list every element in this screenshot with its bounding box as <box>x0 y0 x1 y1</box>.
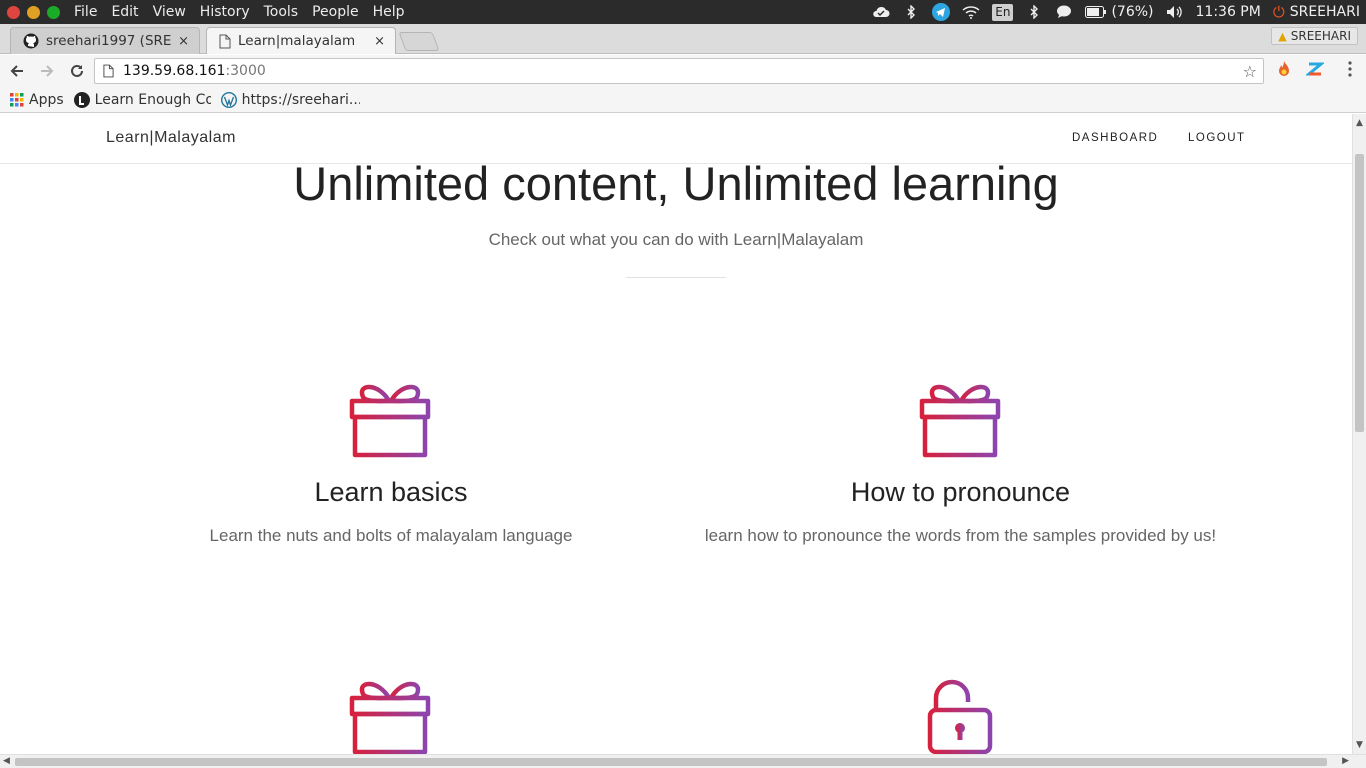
tab-learn-malayalam[interactable]: Learn|malayalam × <box>206 27 396 54</box>
bookmark-label: https://sreehari... <box>241 91 360 108</box>
bookmark-label: Apps <box>29 91 64 108</box>
telegram-icon[interactable] <box>932 3 951 21</box>
hero-subtitle: Check out what you can do with Learn|Mal… <box>488 230 864 249</box>
feature-description: learn how to pronounce the words from th… <box>704 526 1217 545</box>
clock[interactable]: 11:36 PM <box>1196 4 1261 20</box>
window-controls <box>7 5 60 19</box>
web-page: Learn|Malayalam DASHBOARD LOGOUT Unlimit… <box>0 114 1352 754</box>
unlock-icon <box>927 679 993 754</box>
forward-button[interactable] <box>34 58 60 84</box>
tab-close-button[interactable]: × <box>374 34 385 49</box>
menu-people[interactable]: People <box>312 4 359 20</box>
bookmark-apps[interactable]: Apps <box>10 92 64 108</box>
reload-button[interactable] <box>64 58 90 84</box>
menu-history[interactable]: History <box>200 4 250 20</box>
hero-title: Unlimited content, Unlimited learning <box>293 157 1059 210</box>
scroll-right-arrow-icon[interactable]: ▶ <box>1342 756 1349 766</box>
feature-description: Learn the nuts and bolts of malayalam la… <box>209 526 573 545</box>
nav-dashboard-link[interactable]: DASHBOARD <box>1072 132 1158 144</box>
profile-name: SREEHARI <box>1290 29 1351 43</box>
vertical-scrollbar[interactable]: ▲ ▼ <box>1352 114 1366 754</box>
apps-grid-icon <box>10 92 24 106</box>
horizontal-scroll-thumb[interactable] <box>15 758 1327 766</box>
wifi-icon[interactable] <box>962 4 980 20</box>
bookmark-learn-enough[interactable]: Learn Enough Co <box>73 91 211 108</box>
tab-github[interactable]: sreehari1997 (SREE × <box>10 27 200 54</box>
battery-icon <box>1085 6 1107 18</box>
scroll-down-arrow-icon[interactable]: ▼ <box>1356 740 1363 750</box>
window-close-button[interactable] <box>7 5 20 19</box>
warning-icon: ▲ <box>1278 29 1287 43</box>
os-menu-bar: File Edit View History Tools People Help… <box>0 0 1366 24</box>
site-brand[interactable]: Learn|Malayalam <box>106 129 236 147</box>
battery-percent: (76%) <box>1111 4 1154 20</box>
gift-icon <box>349 384 431 458</box>
browser-tab-strip: sreehari1997 (SREE × Learn|malayalam × ▲… <box>0 24 1366 54</box>
url-host: 139.59.68.161 <box>123 63 226 79</box>
hero-divider <box>626 277 726 278</box>
wordpress-icon <box>220 91 237 108</box>
reload-icon <box>71 64 83 77</box>
page-icon <box>219 34 231 48</box>
chat-bubble-icon[interactable] <box>1055 4 1073 20</box>
tab-title: Learn|malayalam <box>238 33 356 49</box>
url-port: :3000 <box>225 63 266 79</box>
system-tray: En (76%) 11:36 PM ⏻ SREEHARI <box>872 3 1366 21</box>
power-icon: ⏻ <box>1272 3 1285 21</box>
session-user: SREEHARI <box>1289 4 1360 20</box>
page-info-icon[interactable] <box>103 64 114 78</box>
extension-fire-icon[interactable] <box>1274 59 1294 79</box>
back-button[interactable] <box>4 58 30 84</box>
feature-title: Learn basics <box>314 477 468 507</box>
bookmark-wordpress[interactable]: https://sreehari... <box>220 91 360 108</box>
github-icon <box>23 33 39 49</box>
feature-learn-basics: Learn basics Learn the nuts and bolts of… <box>150 477 632 549</box>
vertical-scroll-thumb[interactable] <box>1355 154 1364 432</box>
tab-title: sreehari1997 (SREE <box>46 33 172 49</box>
learn-enough-icon <box>73 91 90 108</box>
back-arrow-icon <box>10 65 23 77</box>
menu-edit[interactable]: Edit <box>111 4 138 20</box>
volume-icon[interactable] <box>1166 4 1184 20</box>
feature-title: How to pronounce <box>850 477 1071 507</box>
battery-indicator[interactable]: (76%) <box>1085 4 1154 20</box>
window-minimize-button[interactable] <box>27 5 40 19</box>
bookmark-label: Learn Enough Co <box>94 91 211 108</box>
bluetooth-icon[interactable] <box>902 4 920 20</box>
bookmark-star-icon[interactable]: ☆ <box>1243 62 1257 81</box>
nav-logout-link[interactable]: LOGOUT <box>1188 132 1246 144</box>
bookmarks-bar: Apps Learn Enough Co https://sreehari... <box>0 87 1366 113</box>
app-menu: File Edit View History Tools People Help <box>74 4 405 20</box>
horizontal-scrollbar[interactable]: ◀ ▶ <box>0 754 1366 768</box>
browser-toolbar: 139.59.68.161 :3000 ☆ <box>0 55 1366 87</box>
scroll-up-arrow-icon[interactable]: ▲ <box>1356 118 1363 128</box>
address-bar[interactable]: 139.59.68.161 :3000 ☆ <box>94 58 1264 84</box>
window-maximize-button[interactable] <box>47 5 60 19</box>
menu-tools[interactable]: Tools <box>264 4 299 20</box>
extension-s-icon[interactable] <box>1305 59 1325 79</box>
session-menu[interactable]: ⏻ SREEHARI <box>1273 3 1360 21</box>
menu-file[interactable]: File <box>74 4 97 20</box>
new-tab-button[interactable] <box>398 32 440 51</box>
keyboard-language-indicator[interactable]: En <box>992 3 1014 21</box>
bluetooth-icon-2[interactable] <box>1025 4 1043 20</box>
menu-help[interactable]: Help <box>373 4 405 20</box>
forward-arrow-icon <box>41 65 54 77</box>
profile-button[interactable]: ▲ SREEHARI <box>1271 27 1358 45</box>
gift-icon <box>919 384 1001 458</box>
scroll-left-arrow-icon[interactable]: ◀ <box>3 756 10 766</box>
feature-how-to-pronounce: How to pronounce learn how to pronounce … <box>688 477 1233 549</box>
cloud-icon[interactable] <box>872 4 890 20</box>
menu-view[interactable]: View <box>153 4 186 20</box>
browser-menu-icon[interactable] <box>1340 59 1360 79</box>
tab-close-button[interactable]: × <box>178 34 189 49</box>
gift-icon <box>349 681 431 754</box>
